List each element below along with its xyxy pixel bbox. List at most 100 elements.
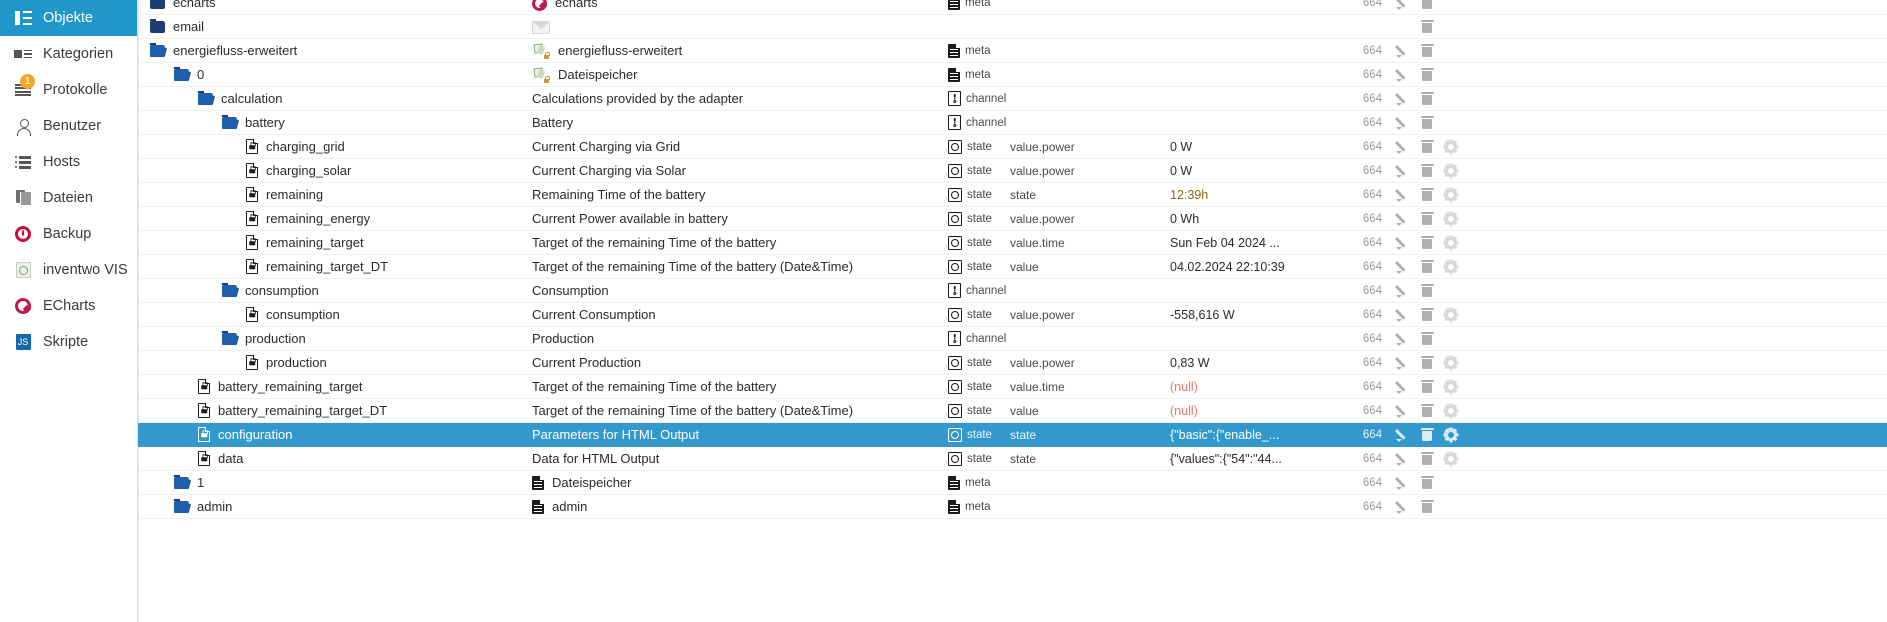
object-name-cell[interactable]: production [138, 331, 528, 346]
table-row[interactable]: consumption Current Consumption state value… [138, 303, 1887, 327]
object-name-cell[interactable]: calculation [138, 91, 528, 106]
delete-icon[interactable] [1420, 140, 1434, 154]
settings-icon[interactable] [1443, 211, 1458, 226]
settings-icon[interactable] [1443, 235, 1458, 250]
edit-icon[interactable] [1396, 188, 1410, 202]
sidebar-item-benutzer[interactable]: Benutzer [0, 108, 137, 144]
object-name-cell[interactable]: battery_remaining_target_DT [138, 403, 528, 418]
edit-icon[interactable] [1396, 92, 1410, 106]
table-row[interactable]: calculation Calculations provided by the … [138, 87, 1887, 111]
table-row[interactable]: 1 Dateispeicher meta 664 [138, 471, 1887, 495]
sidebar-item-dateien[interactable]: Dateien [0, 180, 137, 216]
settings-icon[interactable] [1443, 259, 1458, 274]
delete-icon[interactable] [1420, 260, 1434, 274]
delete-icon[interactable] [1420, 308, 1434, 322]
delete-icon[interactable] [1420, 452, 1434, 466]
value-cell[interactable]: (null) [1170, 404, 1348, 418]
table-row[interactable]: battery Battery channel 664 [138, 111, 1887, 135]
edit-icon[interactable] [1396, 44, 1410, 58]
edit-icon[interactable] [1396, 308, 1410, 322]
table-row[interactable]: energiefluss-erweitert energiefluss-erwei… [138, 39, 1887, 63]
delete-icon[interactable] [1420, 44, 1434, 58]
settings-icon[interactable] [1443, 163, 1458, 178]
table-row[interactable]: charging_solar Current Charging via Solar… [138, 159, 1887, 183]
delete-icon[interactable] [1420, 0, 1434, 10]
value-cell[interactable]: {"values":{"54":"44... [1170, 452, 1348, 466]
sidebar-item-inventwo-vis[interactable]: inventwo VIS [0, 252, 137, 288]
table-row[interactable]: battery_remaining_target_DT Target of the… [138, 399, 1887, 423]
sidebar-item-backup[interactable]: Backup [0, 216, 137, 252]
value-cell[interactable]: 04.02.2024 22:10:39 [1170, 260, 1348, 274]
sidebar-item-skripte[interactable]: JS Skripte [0, 324, 137, 360]
table-row[interactable]: battery_remaining_target Target of the re… [138, 375, 1887, 399]
object-name-cell[interactable]: battery_remaining_target [138, 379, 528, 394]
value-cell[interactable]: 0,83 W [1170, 356, 1348, 370]
delete-icon[interactable] [1420, 236, 1434, 250]
table-row[interactable]: admin admin meta 664 [138, 495, 1887, 519]
object-name-cell[interactable]: remaining_target_DT [138, 259, 528, 274]
value-cell[interactable]: Sun Feb 04 2024 ... [1170, 236, 1348, 250]
sidebar-item-kategorien[interactable]: Kategorien [0, 36, 137, 72]
object-name-cell[interactable]: email [138, 19, 528, 34]
delete-icon[interactable] [1420, 428, 1434, 442]
edit-icon[interactable] [1396, 332, 1410, 346]
delete-icon[interactable] [1420, 332, 1434, 346]
table-row[interactable]: email [138, 15, 1887, 39]
table-row[interactable]: configuration Parameters for HTML Output s… [138, 423, 1887, 447]
delete-icon[interactable] [1420, 404, 1434, 418]
edit-icon[interactable] [1396, 140, 1410, 154]
edit-icon[interactable] [1396, 212, 1410, 226]
edit-icon[interactable] [1396, 404, 1410, 418]
delete-icon[interactable] [1420, 164, 1434, 178]
delete-icon[interactable] [1420, 500, 1434, 514]
sidebar-item-echarts[interactable]: ECharts [0, 288, 137, 324]
settings-icon[interactable] [1443, 427, 1458, 442]
edit-icon[interactable] [1396, 260, 1410, 274]
value-cell[interactable]: -558,616 W [1170, 308, 1348, 322]
object-name-cell[interactable]: 0 [138, 67, 528, 82]
delete-icon[interactable] [1420, 20, 1434, 34]
table-row[interactable]: consumption Consumption channel 664 [138, 279, 1887, 303]
settings-icon[interactable] [1443, 307, 1458, 322]
settings-icon[interactable] [1443, 355, 1458, 370]
edit-icon[interactable] [1396, 476, 1410, 490]
delete-icon[interactable] [1420, 188, 1434, 202]
object-name-cell[interactable]: charging_solar [138, 163, 528, 178]
delete-icon[interactable] [1420, 212, 1434, 226]
edit-icon[interactable] [1396, 236, 1410, 250]
delete-icon[interactable] [1420, 68, 1434, 82]
object-name-cell[interactable]: configuration [138, 427, 528, 442]
object-name-cell[interactable]: 1 [138, 475, 528, 490]
edit-icon[interactable] [1396, 116, 1410, 130]
settings-icon[interactable] [1443, 451, 1458, 466]
object-tree-panel[interactable]: echarts echarts meta 664 email energiefluss-e… [138, 0, 1887, 622]
delete-icon[interactable] [1420, 356, 1434, 370]
object-name-cell[interactable]: remaining_target [138, 235, 528, 250]
object-name-cell[interactable]: energiefluss-erweitert [138, 43, 528, 58]
settings-icon[interactable] [1443, 379, 1458, 394]
edit-icon[interactable] [1396, 164, 1410, 178]
table-row[interactable]: production Current Production state value.p… [138, 351, 1887, 375]
value-cell[interactable]: 12:39h [1170, 188, 1348, 202]
value-cell[interactable]: 0 W [1170, 140, 1348, 154]
object-name-cell[interactable]: remaining [138, 187, 528, 202]
delete-icon[interactable] [1420, 476, 1434, 490]
value-cell[interactable]: (null) [1170, 380, 1348, 394]
delete-icon[interactable] [1420, 380, 1434, 394]
table-row[interactable]: echarts echarts meta 664 [138, 0, 1887, 15]
object-name-cell[interactable]: admin [138, 499, 528, 514]
table-row[interactable]: remaining_target_DT Target of the remaini… [138, 255, 1887, 279]
object-name-cell[interactable]: consumption [138, 307, 528, 322]
value-cell[interactable]: {"basic":{"enable_... [1170, 428, 1348, 442]
delete-icon[interactable] [1420, 116, 1434, 130]
table-row[interactable]: data Data for HTML Output state state {"valu… [138, 447, 1887, 471]
settings-icon[interactable] [1443, 187, 1458, 202]
delete-icon[interactable] [1420, 92, 1434, 106]
value-cell[interactable]: 0 W [1170, 164, 1348, 178]
table-row[interactable]: 0 Dateispeicher meta 664 [138, 63, 1887, 87]
object-name-cell[interactable]: echarts [138, 0, 528, 10]
edit-icon[interactable] [1396, 452, 1410, 466]
table-row[interactable]: remaining_target Target of the remaining … [138, 231, 1887, 255]
edit-icon[interactable] [1396, 356, 1410, 370]
settings-icon[interactable] [1443, 403, 1458, 418]
